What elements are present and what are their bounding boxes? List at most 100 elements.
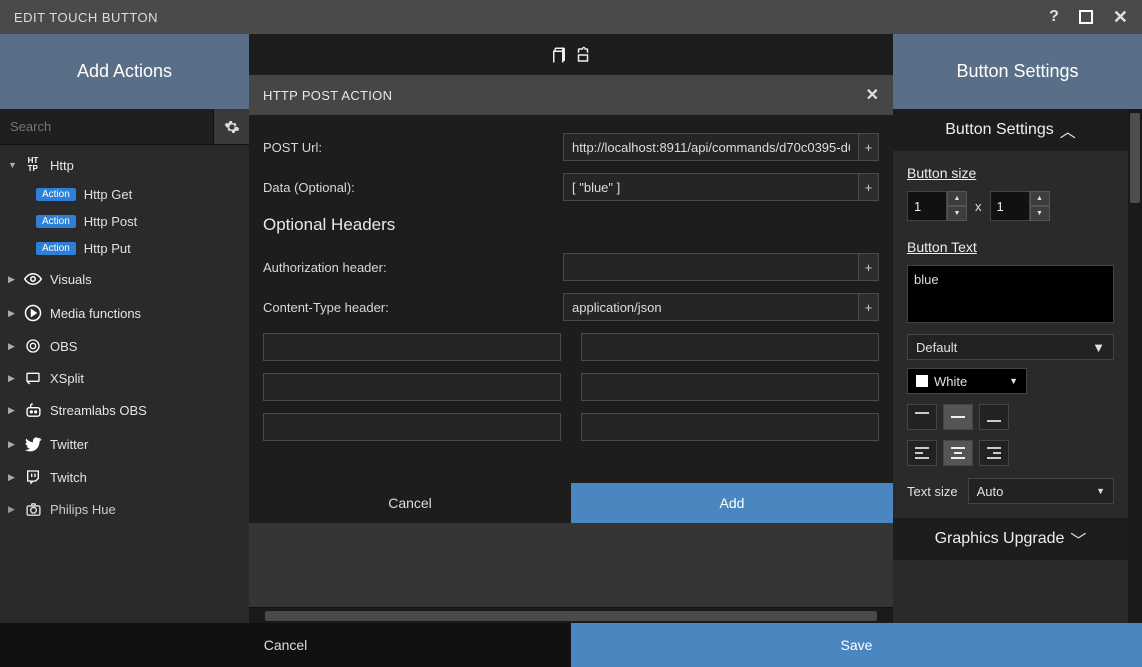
- text-size-select[interactable]: Auto ▼: [968, 478, 1114, 504]
- header-key-input-2[interactable]: [263, 373, 561, 401]
- ctype-header-input[interactable]: [563, 293, 859, 321]
- tree-item-xsplit[interactable]: ▶ XSplit: [0, 362, 249, 394]
- post-url-input[interactable]: [563, 133, 859, 161]
- width-stepper[interactable]: ▲▼: [907, 191, 967, 221]
- horizontal-scrollbar[interactable]: [249, 607, 893, 623]
- data-input[interactable]: [563, 173, 859, 201]
- caret-up-icon[interactable]: ▲: [947, 191, 967, 206]
- tree-item-obs[interactable]: ▶ OBS: [0, 330, 249, 362]
- caret-down-icon: ▼: [1096, 486, 1105, 496]
- modal-close-icon[interactable]: ✕: [866, 85, 879, 105]
- auth-header-label: Authorization header:: [263, 260, 563, 275]
- tree-item-http[interactable]: ▼ HTTP Http: [0, 149, 249, 181]
- tree-label: Visuals: [50, 272, 92, 287]
- valign-bottom-button[interactable]: [979, 404, 1009, 430]
- button-settings-panel: Button Settings Button Settings ︿ Button…: [893, 34, 1142, 623]
- header-val-input-2[interactable]: [581, 373, 879, 401]
- ctype-plus-button[interactable]: +: [859, 293, 879, 321]
- button-size-label: Button size: [907, 165, 1114, 181]
- action-badge: Action: [36, 215, 76, 228]
- horizontal-align-group: [907, 440, 1114, 466]
- sub-label: Http Post: [84, 214, 137, 229]
- chevron-right-icon: ▶: [8, 504, 16, 515]
- data-plus-button[interactable]: +: [859, 173, 879, 201]
- footer-save-button[interactable]: Save: [571, 623, 1142, 667]
- valign-middle-button[interactable]: [943, 404, 973, 430]
- modal-add-button[interactable]: Add: [571, 483, 893, 523]
- color-select-value: White: [934, 374, 967, 389]
- chevron-down-icon: ▼: [8, 160, 16, 170]
- sub-item-http-put[interactable]: Action Http Put: [0, 235, 249, 262]
- xsplit-icon: [24, 370, 42, 386]
- chevron-right-icon: ▶: [8, 405, 16, 416]
- help-icon[interactable]: ?: [1049, 8, 1059, 26]
- tree-item-twitter[interactable]: ▶ Twitter: [0, 427, 249, 461]
- tree-label: Streamlabs OBS: [50, 403, 147, 418]
- maximize-icon[interactable]: [1079, 10, 1093, 24]
- titlebar: EDIT TOUCH BUTTON ? ✕: [0, 0, 1142, 34]
- action-badge: Action: [36, 242, 76, 255]
- tree-label: Twitter: [50, 437, 88, 452]
- vertical-scrollbar[interactable]: [1128, 109, 1142, 623]
- sub-label: Http Get: [84, 187, 132, 202]
- post-url-label: POST Url:: [263, 140, 563, 155]
- text-size-value: Auto: [977, 484, 1004, 499]
- button-text-input[interactable]: [907, 265, 1114, 323]
- chevron-right-icon: ▶: [8, 308, 16, 319]
- halign-left-button[interactable]: [907, 440, 937, 466]
- height-stepper[interactable]: ▲▼: [990, 191, 1050, 221]
- halign-center-button[interactable]: [943, 440, 973, 466]
- sub-label: Http Put: [84, 241, 131, 256]
- font-select-value: Default: [916, 340, 957, 355]
- tree-item-twitch[interactable]: ▶ Twitch: [0, 461, 249, 493]
- button-text-label: Button Text: [907, 239, 1114, 255]
- modal-title: HTTP POST ACTION: [263, 88, 866, 103]
- graphics-upgrade-accordion[interactable]: Graphics Upgrade ﹀: [893, 518, 1128, 560]
- center-panel: HTTP POST ACTION ✕ POST Url: + Data (Opt…: [249, 34, 893, 623]
- sub-item-http-post[interactable]: Action Http Post: [0, 208, 249, 235]
- auth-plus-button[interactable]: +: [859, 253, 879, 281]
- halign-right-button[interactable]: [979, 440, 1009, 466]
- modal-cancel-button[interactable]: Cancel: [249, 483, 571, 523]
- sub-item-http-get[interactable]: Action Http Get: [0, 181, 249, 208]
- button-settings-accordion[interactable]: Button Settings ︿: [893, 109, 1128, 151]
- text-size-label: Text size: [907, 484, 958, 499]
- caret-down-icon[interactable]: ▼: [947, 206, 967, 221]
- chevron-up-icon: ︿: [1060, 118, 1076, 142]
- color-select[interactable]: White ▼: [907, 368, 1027, 394]
- tree-item-slobs[interactable]: ▶ Streamlabs OBS: [0, 394, 249, 427]
- tree-item-hue[interactable]: ▶ Philips Hue: [0, 493, 249, 526]
- http-post-modal: HTTP POST ACTION ✕ POST Url: + Data (Opt…: [249, 75, 893, 523]
- gear-icon[interactable]: [213, 109, 249, 144]
- chevron-down-icon: ﹀: [1070, 527, 1086, 551]
- add-actions-header: Add Actions: [0, 34, 249, 109]
- header-key-input-3[interactable]: [263, 413, 561, 441]
- chevron-right-icon: ▶: [8, 439, 16, 450]
- toolbar: [249, 34, 893, 75]
- auth-header-input[interactable]: [563, 253, 859, 281]
- font-select[interactable]: Default ▼: [907, 334, 1114, 360]
- tree-item-visuals[interactable]: ▶ Visuals: [0, 262, 249, 296]
- clipboard-copy-icon[interactable]: [550, 45, 568, 65]
- chevron-right-icon: ▶: [8, 274, 16, 285]
- caret-down-icon: ▼: [1009, 376, 1018, 386]
- header-val-input-3[interactable]: [581, 413, 879, 441]
- search-input[interactable]: [0, 109, 213, 144]
- width-input[interactable]: [907, 191, 947, 221]
- tree-label: Http: [50, 158, 74, 173]
- valign-top-button[interactable]: [907, 404, 937, 430]
- tree-label: Philips Hue: [50, 502, 116, 517]
- clipboard-paste-icon[interactable]: [574, 45, 592, 65]
- action-badge: Action: [36, 188, 76, 201]
- header-val-input-1[interactable]: [581, 333, 879, 361]
- tree-item-media[interactable]: ▶ Media functions: [0, 296, 249, 330]
- caret-up-icon[interactable]: ▲: [1030, 191, 1050, 206]
- header-key-input-1[interactable]: [263, 333, 561, 361]
- close-icon[interactable]: ✕: [1113, 7, 1128, 28]
- footer-cancel-button[interactable]: Cancel: [0, 623, 571, 667]
- window-title: EDIT TOUCH BUTTON: [14, 10, 1049, 25]
- height-input[interactable]: [990, 191, 1030, 221]
- caret-down-icon[interactable]: ▼: [1030, 206, 1050, 221]
- chevron-right-icon: ▶: [8, 373, 16, 384]
- post-url-plus-button[interactable]: +: [859, 133, 879, 161]
